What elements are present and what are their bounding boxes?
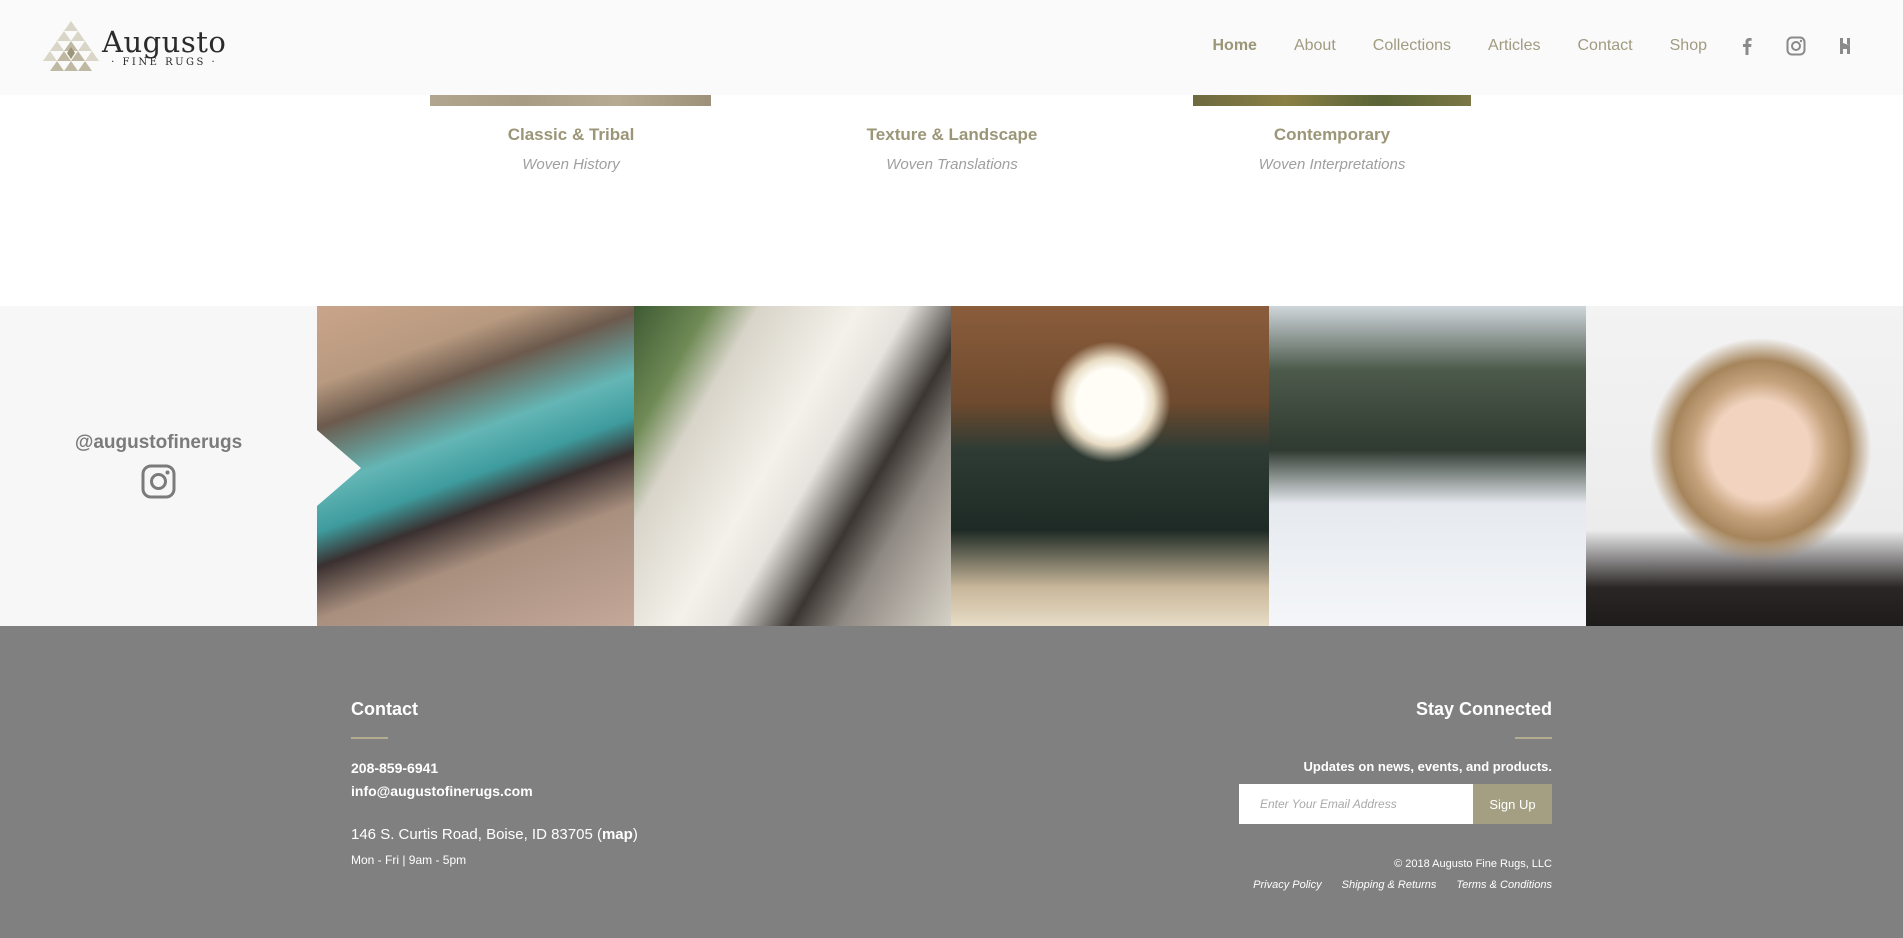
nav-contact[interactable]: Contact xyxy=(1577,37,1632,55)
terms-conditions-link[interactable]: Terms & Conditions xyxy=(1456,879,1552,891)
footer-phone[interactable]: 208-859-6941 xyxy=(351,760,438,776)
instagram-handle[interactable]: @augustofinerugs xyxy=(0,432,317,454)
footer-copyright: © 2018 Augusto Fine Rugs, LLC xyxy=(1394,858,1552,870)
logo[interactable]: Augusto · FINE RUGS · xyxy=(42,19,226,77)
nav-shop[interactable]: Shop xyxy=(1670,37,1707,55)
footer-stay-title: Stay Connected xyxy=(1415,699,1552,719)
logo-mark-icon xyxy=(43,21,99,71)
site-footer: Contact 208-859-6941 info@augustofinerug… xyxy=(0,626,1903,938)
footer-address-close: ) xyxy=(632,826,638,843)
collection-image-contemporary[interactable] xyxy=(1193,95,1471,106)
signup-button[interactable]: Sign Up xyxy=(1473,784,1552,824)
footer-divider-right xyxy=(1515,737,1552,739)
nav-collections[interactable]: Collections xyxy=(1373,37,1451,55)
logo-name: Augusto xyxy=(102,25,227,59)
footer-contact-title: Contact xyxy=(351,699,418,719)
instagram-strip: @augustofinerugs xyxy=(0,306,1903,626)
collection-title-classic[interactable]: Classic & Tribal xyxy=(411,125,731,145)
houzz-icon[interactable] xyxy=(1835,36,1855,56)
email-field[interactable] xyxy=(1239,784,1473,824)
instagram-icon[interactable] xyxy=(141,464,176,499)
footer-hours: Mon - Fri | 9am - 5pm xyxy=(351,853,467,867)
nav-about[interactable]: About xyxy=(1294,37,1336,55)
footer-updates-text: Updates on news, events, and products. xyxy=(1303,759,1553,774)
privacy-policy-link[interactable]: Privacy Policy xyxy=(1253,879,1321,891)
collection-image-classic[interactable] xyxy=(430,95,711,106)
facebook-icon[interactable] xyxy=(1737,36,1757,56)
logo-subtitle: · FINE RUGS · xyxy=(111,57,218,68)
main-nav: Home About Collections Articles Contact … xyxy=(1213,36,1856,56)
collection-title-contemporary[interactable]: Contemporary xyxy=(1172,125,1492,145)
footer-divider-left xyxy=(351,737,388,739)
footer-address: 146 S. Curtis Road, Boise, ID 83705 (map… xyxy=(351,826,638,843)
instagram-photo-portrait[interactable] xyxy=(1586,306,1903,626)
footer-address-text: 146 S. Curtis Road, Boise, ID 83705 ( xyxy=(351,826,602,843)
collection-subtitle-contemporary: Woven Interpretations xyxy=(1258,156,1406,173)
collection-subtitle-classic: Woven History xyxy=(522,156,620,173)
footer-legal-links: Privacy Policy Shipping & Returns Terms … xyxy=(1233,879,1552,891)
strip-arrow-notch xyxy=(317,430,361,506)
newsletter-form: Sign Up xyxy=(1239,784,1552,824)
site-header: Augusto · FINE RUGS · Home About Collect… xyxy=(0,0,1903,95)
instagram-photo-rug-fringe[interactable] xyxy=(317,306,634,626)
instagram-photo-snow-walk[interactable] xyxy=(1269,306,1586,626)
nav-articles[interactable]: Articles xyxy=(1488,37,1540,55)
collection-title-texture[interactable]: Texture & Landscape xyxy=(792,125,1112,145)
shipping-returns-link[interactable]: Shipping & Returns xyxy=(1342,879,1437,891)
footer-email[interactable]: info@augustofinerugs.com xyxy=(351,783,533,799)
instagram-photo-candle-on-rug[interactable] xyxy=(951,306,1269,626)
nav-home[interactable]: Home xyxy=(1213,37,1257,55)
instagram-photo-rug-samples[interactable] xyxy=(634,306,951,626)
instagram-icon[interactable] xyxy=(1786,36,1806,56)
map-link[interactable]: map xyxy=(602,826,633,843)
collection-subtitle-texture: Woven Translations xyxy=(886,156,1018,173)
